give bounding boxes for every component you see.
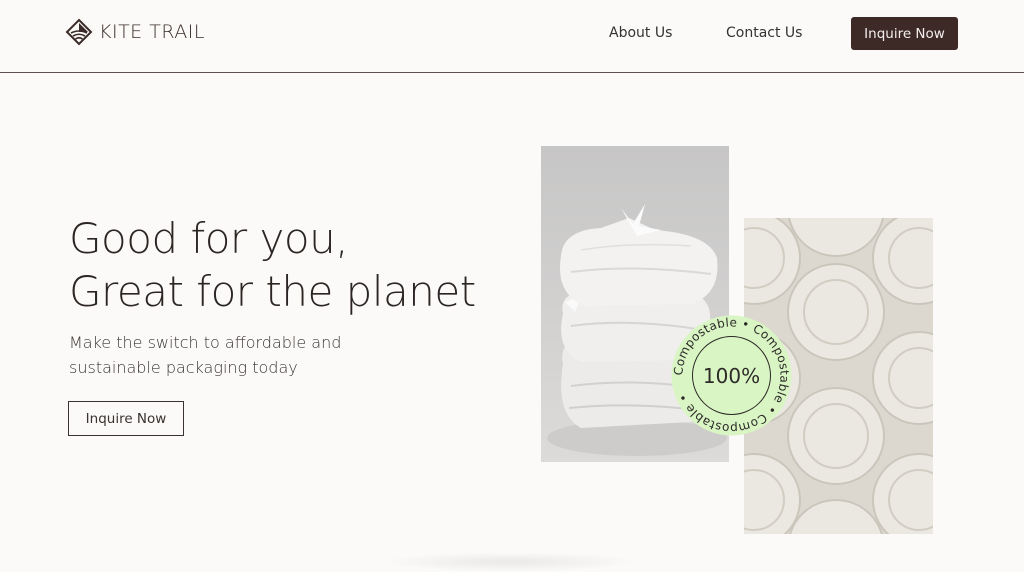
hero-title-line2: Great for the planet bbox=[69, 267, 476, 316]
brand-logo[interactable]: KITE TRAIL bbox=[65, 18, 205, 46]
diamond-field-icon bbox=[65, 18, 93, 46]
hero-subtitle: Make the switch to affordable and sustai… bbox=[69, 330, 341, 380]
hero-subtitle-line1: Make the switch to affordable and bbox=[69, 333, 342, 352]
header-inquire-button[interactable]: Inquire Now bbox=[851, 17, 958, 50]
hero-subtitle-line2: sustainable packaging today bbox=[69, 358, 298, 377]
brand-name: KITE TRAIL bbox=[99, 21, 205, 43]
nav-about-us[interactable]: About Us bbox=[609, 25, 672, 41]
badge-percent: 100% bbox=[703, 364, 760, 388]
nav-contact-us[interactable]: Contact Us bbox=[726, 25, 802, 41]
compostable-badge: Compostable • Compostable • Compostable … bbox=[671, 315, 792, 436]
hero-inquire-button[interactable]: Inquire Now bbox=[68, 401, 184, 436]
hero-title: Good for you, Great for the planet bbox=[69, 212, 476, 318]
hero-title-line1: Good for you, bbox=[69, 214, 349, 263]
section-shadow bbox=[380, 552, 640, 572]
site-header: KITE TRAIL About Us Contact Us Inquire N… bbox=[0, 0, 1024, 73]
